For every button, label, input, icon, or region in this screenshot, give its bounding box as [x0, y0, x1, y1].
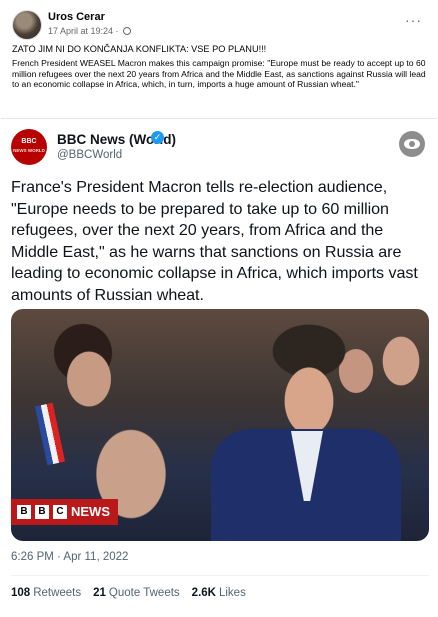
facebook-post: Uros Cerar 17 April at 19:24 · ··· ZATO …	[0, 0, 438, 617]
retweets-count: 108	[11, 587, 31, 599]
quotes-label: Quote Tweets	[108, 587, 180, 599]
hide-eye-icon[interactable]	[399, 131, 425, 157]
verified-badge-icon: ✓	[151, 131, 164, 144]
retweets-label: Retweets	[33, 587, 82, 599]
embedded-tweet: BBC NEWS WORLD BBC News (World) ✓ @BBCWo…	[1, 118, 437, 617]
bbc-block-b1: B	[17, 505, 31, 519]
likes-stat: 2.6K Likes	[192, 587, 246, 599]
bbc-logo-text: BBC	[21, 138, 37, 145]
quotes-count: 21	[93, 587, 106, 599]
bbc-logo-avatar: BBC NEWS WORLD	[11, 129, 47, 165]
tweet-timestamp: 6:26 PM · Apr 11, 2022	[11, 551, 129, 563]
bbc-news-watermark: B B C NEWS	[11, 499, 118, 525]
tweet-text: France's President Macron tells re-elect…	[11, 178, 418, 304]
author-name[interactable]: Uros Cerar	[48, 11, 105, 23]
post-header: Uros Cerar 17 April at 19:24 · ···	[12, 10, 426, 40]
post-headline: ZATO JIM NI DO KONČANJA KONFLIKTA: VSE P…	[12, 44, 267, 54]
divider	[11, 575, 429, 576]
bbc-block-b2: B	[35, 505, 49, 519]
likes-count: 2.6K	[191, 587, 216, 599]
tweet-photo: B B C NEWS	[11, 309, 429, 541]
tricolour-sash	[34, 402, 66, 466]
globe-icon	[123, 27, 132, 35]
bbc-news-label: NEWS	[71, 504, 110, 519]
post-meta: 17 April at 19:24 ·	[48, 26, 132, 36]
quotes-stat: 21 Quote Tweets	[93, 587, 180, 599]
post-body-text: French President WEASEL Macron makes thi…	[12, 58, 426, 90]
tweet-handle: @BBCWorld	[57, 149, 123, 161]
likes-label: Likes	[218, 587, 246, 599]
post-timestamp[interactable]: 17 April at 19:24 ·	[48, 26, 119, 36]
bbc-logo-subtext: NEWS WORLD	[13, 148, 45, 153]
tweet-stats: 108 Retweets 21 Quote Tweets 2.6K Likes	[11, 587, 246, 599]
more-options-icon[interactable]: ···	[405, 12, 422, 28]
bbc-block-c: C	[53, 505, 67, 519]
retweets-stat: 108 Retweets	[11, 587, 81, 599]
author-avatar[interactable]	[12, 10, 42, 40]
